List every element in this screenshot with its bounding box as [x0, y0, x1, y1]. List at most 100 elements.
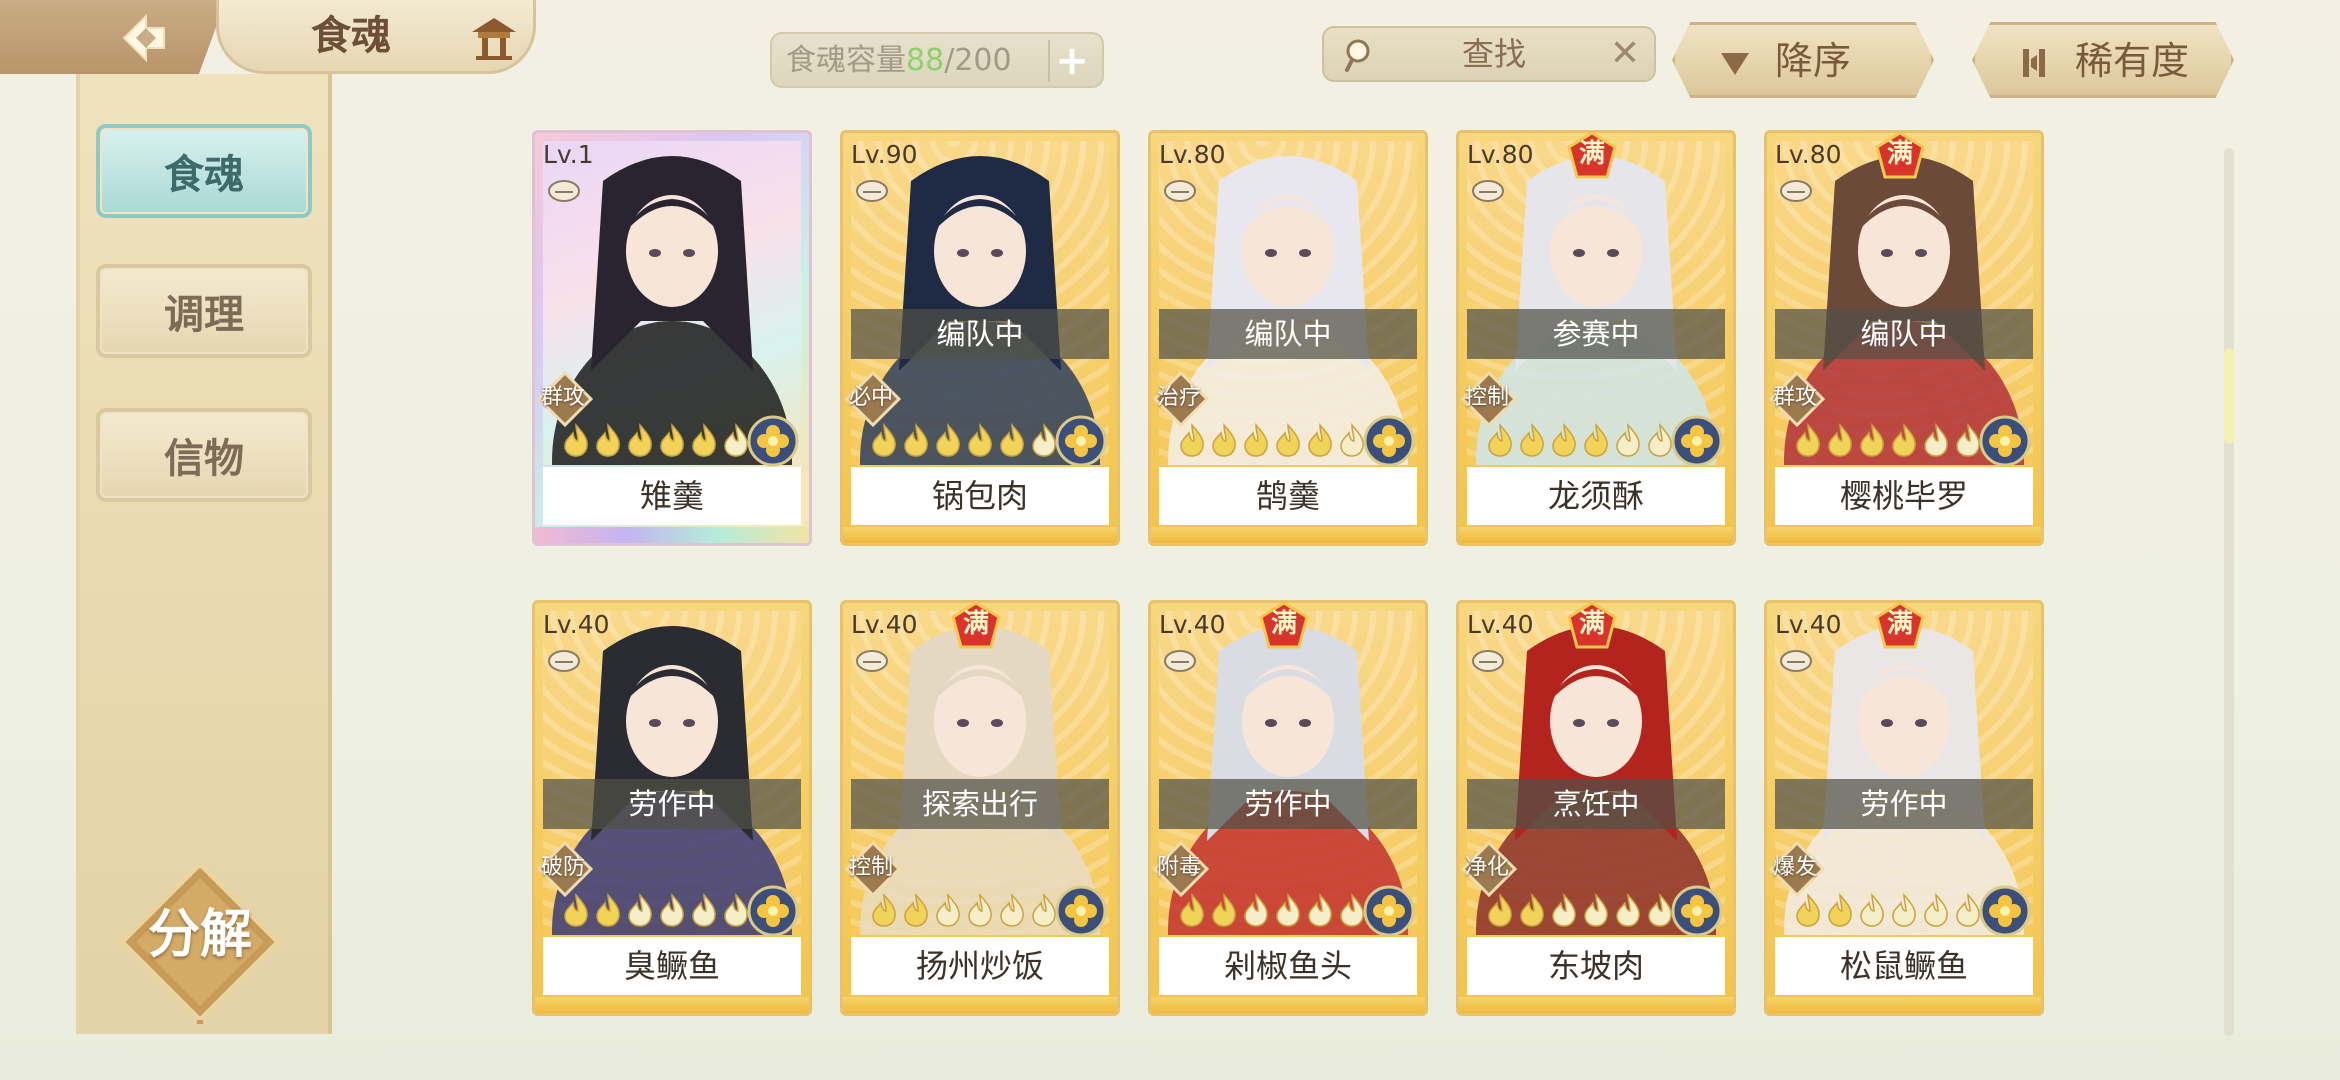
status-banner: 编队中: [1775, 309, 2033, 359]
food-soul-card[interactable]: Lv.80 满编队中 群攻 樱桃毕罗: [1764, 130, 2044, 546]
food-soul-card[interactable]: Lv.40 满烹饪中 净化 东坡肉: [1456, 600, 1736, 1016]
max-badge: 满: [1886, 139, 1913, 169]
pavilion-icon[interactable]: [468, 14, 520, 62]
card-footer-strip: [535, 527, 809, 543]
soul-capacity: 食魂容量88/200 +: [770, 32, 1104, 88]
flame-star-icon: [1892, 893, 1916, 927]
flame-star-icon: [904, 893, 928, 927]
status-banner: 探索出行: [851, 779, 1109, 829]
role-tag: 群攻: [1773, 385, 1818, 410]
sidebar-item-food-souls[interactable]: 食魂: [96, 124, 312, 218]
flame-star-icon: [1552, 423, 1576, 457]
flame-star-icon: [1308, 893, 1332, 927]
status-banner: 参赛中: [1467, 309, 1725, 359]
level-label: Lv.40: [1159, 610, 1226, 639]
flame-star-icon: [1276, 423, 1300, 457]
flame-star-icon: [936, 893, 960, 927]
food-soul-card[interactable]: Lv.40 满劳作中 爆发 松鼠鳜鱼: [1764, 600, 2044, 1016]
flower-icon: [1671, 415, 1723, 467]
status-banner: 劳作中: [1775, 779, 2033, 829]
bowl-icon: [548, 180, 580, 202]
flame-star-icon: [1892, 423, 1916, 457]
flame-star-icon: [1244, 423, 1268, 457]
flame-star-icon: [1552, 893, 1576, 927]
sidebar-item-cooking[interactable]: 调理: [96, 264, 312, 358]
bowl-icon: [1780, 650, 1812, 672]
role-tag: 破防: [541, 855, 586, 880]
max-badge: 满: [1886, 609, 1913, 639]
magnifier-icon: [1345, 39, 1370, 72]
scroll-thumb[interactable]: [2224, 348, 2234, 444]
card-footer-strip: [535, 997, 809, 1013]
flame-star-icon: [1520, 423, 1544, 457]
flame-star-icon: [1828, 423, 1852, 457]
flame-star-icon: [1796, 423, 1820, 457]
flower-icon: [1671, 885, 1723, 937]
back-arrow-icon[interactable]: [118, 10, 174, 66]
flame-star-icon: [1860, 893, 1884, 927]
food-soul-card[interactable]: Lv.40 满探索出行 控制 扬州炒饭: [840, 600, 1120, 1016]
flame-star-icon: [660, 423, 684, 457]
food-soul-name: 龙须酥: [1467, 467, 1725, 525]
level-label: Lv.90: [851, 140, 918, 169]
bowl-icon: [1780, 180, 1812, 202]
flame-star-icon: [1488, 423, 1512, 457]
card-footer-strip: [1767, 527, 2041, 543]
food-soul-name: 臭鳜鱼: [543, 937, 801, 995]
food-soul-card[interactable]: Lv.90 编队中 必中 锅包肉: [840, 130, 1120, 546]
food-soul-card[interactable]: Lv.40 劳作中 破防 臭鳜鱼: [532, 600, 812, 1016]
food-soul-name: 鹄羹: [1159, 467, 1417, 525]
flame-star-icon: [968, 893, 992, 927]
food-soul-name: 东坡肉: [1467, 937, 1725, 995]
food-soul-card[interactable]: Lv.80 编队中 治疗 鹄羹: [1148, 130, 1428, 546]
food-soul-name: 松鼠鳜鱼: [1775, 937, 2033, 995]
flame-star-icon: [1520, 893, 1544, 927]
flame-star-icon: [1308, 423, 1332, 457]
role-tag: 群攻: [541, 385, 586, 410]
flame-star-icon: [968, 423, 992, 457]
food-soul-card[interactable]: Lv.1 群攻 雉羹: [532, 130, 812, 546]
food-soul-card[interactable]: Lv.40 满劳作中 附毒 剁椒鱼头: [1148, 600, 1428, 1016]
flame-star-icon: [596, 893, 620, 927]
star-rating: [869, 423, 1059, 459]
rarity-sort-button[interactable]: 稀有度: [1972, 22, 2234, 98]
food-soul-card[interactable]: Lv.80 满参赛中 控制 龙须酥: [1456, 130, 1736, 546]
add-capacity-button[interactable]: +: [1048, 40, 1094, 82]
star-rating: [1177, 423, 1367, 459]
role-tag: 控制: [849, 855, 894, 880]
flower-icon: [1055, 885, 1107, 937]
flame-star-icon: [1276, 893, 1300, 927]
search-input[interactable]: 查找: [1394, 34, 1594, 74]
flame-star-icon: [1616, 423, 1640, 457]
sidebar-item-tokens[interactable]: 信物: [96, 408, 312, 502]
star-rating: [1793, 423, 1983, 459]
card-footer-strip: [843, 527, 1117, 543]
role-tag: 必中: [849, 385, 894, 410]
clear-search-icon[interactable]: ✕: [1610, 34, 1640, 74]
flame-star-icon: [596, 423, 620, 457]
bowl-icon: [856, 650, 888, 672]
sort-order-button[interactable]: 降序: [1672, 22, 1934, 98]
food-soul-name: 锅包肉: [851, 467, 1109, 525]
star-rating: [1177, 893, 1367, 929]
scrollbar[interactable]: [2224, 148, 2234, 1036]
role-tag: 附毒: [1157, 855, 1202, 880]
food-soul-name: 扬州炒饭: [851, 937, 1109, 995]
level-label: Lv.80: [1775, 140, 1842, 169]
flower-icon: [1979, 415, 2031, 467]
sort-order-label: 降序: [1775, 39, 1852, 83]
status-banner: 编队中: [1159, 309, 1417, 359]
search-box[interactable]: 查找 ✕: [1322, 26, 1656, 82]
food-soul-name: 剁椒鱼头: [1159, 937, 1417, 995]
flame-star-icon: [1212, 423, 1236, 457]
star-rating: [561, 423, 751, 459]
flame-star-icon: [1584, 423, 1608, 457]
flame-star-icon: [1584, 893, 1608, 927]
flame-star-icon: [1828, 893, 1852, 927]
disassemble-button[interactable]: 分解: [118, 900, 282, 970]
capacity-max: /200: [944, 43, 1012, 78]
status-banner: 劳作中: [1159, 779, 1417, 829]
flame-star-icon: [1180, 423, 1204, 457]
flame-star-icon: [628, 893, 652, 927]
triangle-down-icon: [1721, 53, 1749, 75]
